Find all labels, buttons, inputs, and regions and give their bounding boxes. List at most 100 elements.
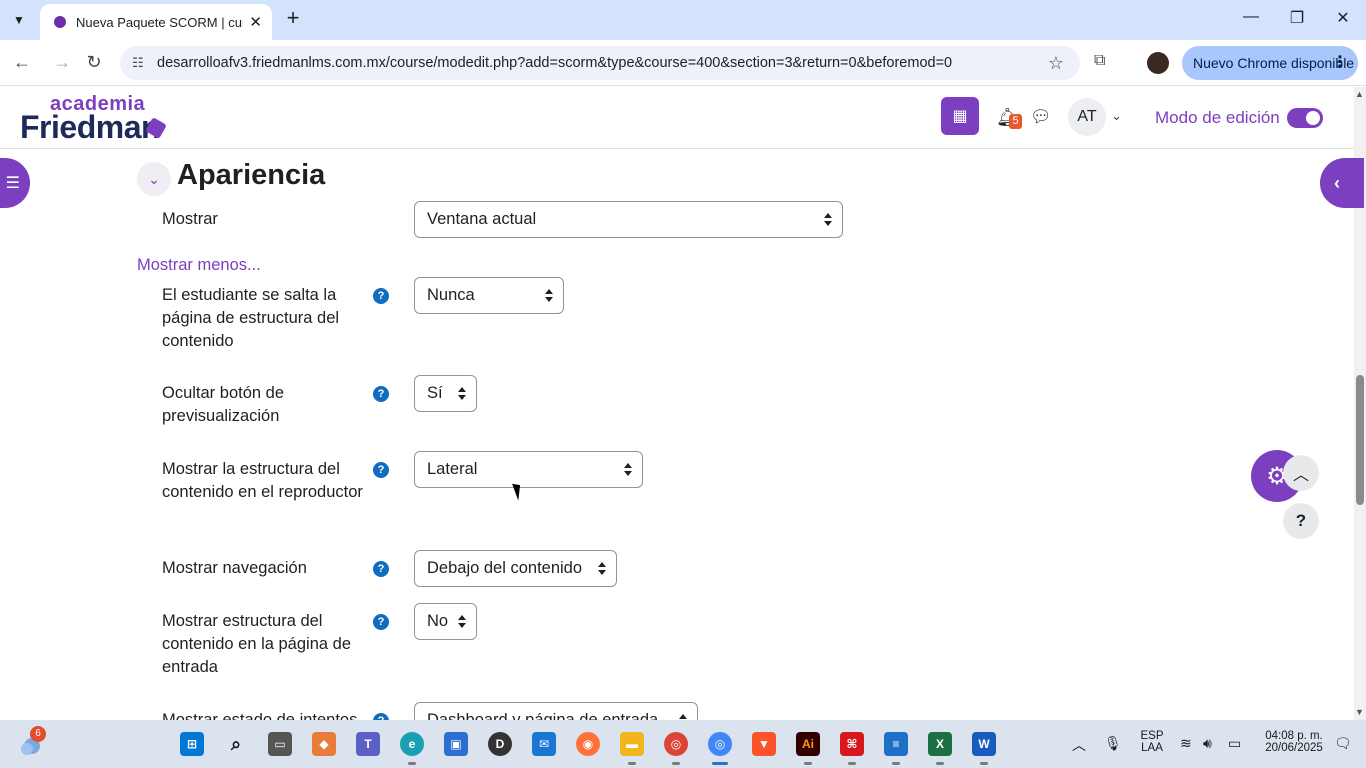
more-menu-icon[interactable]: ⋮ bbox=[1332, 52, 1348, 72]
address-bar[interactable]: ☷ desarrolloafv3.friedmanlms.com.mx/cour… bbox=[120, 46, 1080, 80]
site-navbar: academia Friedman ▦ 🔔︎ 5 💬︎ AT ⌄ Modo de… bbox=[0, 87, 1354, 149]
battery-icon[interactable]: ▭ bbox=[1228, 735, 1241, 752]
select-value: Sí bbox=[427, 384, 443, 402]
select-arrows-icon bbox=[823, 211, 833, 229]
running-indicator bbox=[408, 762, 416, 765]
volume-icon[interactable]: 🔊︎ bbox=[1203, 735, 1212, 752]
clock-time: 04:08 p. m. bbox=[1265, 730, 1323, 742]
clock-date: 20/06/2025 bbox=[1265, 742, 1323, 754]
select-value: Ventana actual bbox=[427, 210, 537, 228]
show-less-link[interactable]: Mostrar menos... bbox=[137, 256, 261, 275]
profile-avatar[interactable] bbox=[1147, 52, 1169, 74]
select-value: Nunca bbox=[427, 286, 475, 304]
select-hide-preview[interactable]: Sí bbox=[414, 375, 477, 412]
windows-start-icon[interactable]: ⊞ bbox=[180, 732, 204, 756]
footer-help-button[interactable]: ? bbox=[1283, 503, 1319, 539]
question-icon: ? bbox=[1295, 511, 1307, 530]
user-menu-chevron-icon[interactable]: ⌄ bbox=[1111, 108, 1122, 124]
windows-taskbar: 6 ⊞ ⌕ ▭ ◆ T e ▣ D ✉ ◉ ▬ ◎ ◎ ▼ Ai ⌘ ≡ X W… bbox=[0, 720, 1366, 768]
minimize-button[interactable]: — bbox=[1240, 8, 1262, 26]
browser-tab[interactable]: Nueva Paquete SCORM | curso2 ✕ bbox=[40, 4, 272, 40]
scroll-up-arrow-icon[interactable]: ▲ bbox=[1355, 89, 1364, 99]
acrobat-icon[interactable]: ⌘ bbox=[840, 732, 864, 756]
illustrator-icon[interactable]: Ai bbox=[796, 732, 820, 756]
input-language[interactable]: ESP LAA bbox=[1136, 730, 1168, 754]
weather-badge: 6 bbox=[30, 726, 46, 742]
back-to-top-button[interactable]: ︿ bbox=[1283, 455, 1319, 491]
select-arrows-icon bbox=[623, 461, 633, 479]
tab-search-chevron-icon[interactable]: ▼ bbox=[6, 7, 32, 33]
url-text: desarrolloafv3.friedmanlms.com.mx/course… bbox=[157, 55, 953, 71]
edit-mode-toggle[interactable] bbox=[1287, 108, 1323, 128]
apps-grid-button[interactable]: ▦ bbox=[941, 97, 979, 135]
help-icon[interactable]: ? bbox=[373, 386, 389, 402]
notifications-center-icon[interactable]: 🗨︎ bbox=[1334, 735, 1352, 752]
extensions-icon[interactable]: ⧉ bbox=[1094, 52, 1105, 70]
search-icon[interactable]: ⌕ bbox=[224, 732, 248, 756]
clock[interactable]: 04:08 p. m. 20/06/2025 bbox=[1256, 730, 1332, 754]
site-info-icon[interactable]: ☷ bbox=[132, 55, 148, 71]
select-toc-player[interactable]: Lateral bbox=[414, 451, 643, 488]
select-value: No bbox=[427, 612, 449, 630]
running-indicator bbox=[848, 762, 856, 765]
notepad-icon[interactable]: ≡ bbox=[884, 732, 908, 756]
restore-button[interactable]: ❐ bbox=[1286, 8, 1308, 28]
help-icon[interactable]: ? bbox=[373, 462, 389, 478]
section-collapse-chevron-icon[interactable]: ⌄ bbox=[137, 162, 171, 196]
wifi-icon[interactable]: ≋ bbox=[1180, 735, 1192, 752]
chrome-icon[interactable]: ◎ bbox=[664, 732, 688, 756]
logo-friedman[interactable]: Friedman bbox=[20, 109, 161, 146]
reload-button[interactable]: ↻ bbox=[82, 51, 106, 75]
running-indicator bbox=[672, 762, 680, 765]
lang-bottom: LAA bbox=[1141, 742, 1163, 754]
chevron-up-icon: ︿ bbox=[1292, 467, 1309, 484]
forward-button[interactable]: → bbox=[50, 51, 74, 75]
select-arrows-icon bbox=[544, 287, 554, 305]
file-explorer-icon[interactable]: ▬ bbox=[620, 732, 644, 756]
chrome-update-button[interactable]: Nuevo Chrome disponible ⋮ bbox=[1182, 46, 1358, 80]
select-toc-entry[interactable]: No bbox=[414, 603, 477, 640]
brave-icon[interactable]: ▼ bbox=[752, 732, 776, 756]
word-icon[interactable]: W bbox=[972, 732, 996, 756]
scrollbar-thumb[interactable] bbox=[1356, 375, 1364, 505]
close-tab-icon[interactable]: ✕ bbox=[249, 13, 262, 31]
help-icon[interactable]: ? bbox=[373, 561, 389, 577]
moodle-favicon-icon bbox=[54, 16, 66, 28]
dell-icon[interactable]: D bbox=[488, 732, 512, 756]
store-icon[interactable]: ▣ bbox=[444, 732, 468, 756]
field-label-display: Mostrar bbox=[162, 210, 218, 228]
tray-overflow-chevron-icon[interactable]: ︿ bbox=[1072, 735, 1086, 755]
select-attempt-status[interactable]: Dashboard y página de entrada bbox=[414, 702, 698, 720]
chrome-profile-icon[interactable]: ◎ bbox=[708, 732, 732, 756]
excel-icon[interactable]: X bbox=[928, 732, 952, 756]
close-window-button[interactable]: ✕ bbox=[1332, 8, 1354, 28]
select-skip-structure[interactable]: Nunca bbox=[414, 277, 564, 314]
block-drawer-button[interactable]: ‹ bbox=[1320, 158, 1364, 208]
new-tab-button[interactable]: + bbox=[282, 7, 304, 30]
field-label-hide-preview: Ocultar botón de previsualización bbox=[162, 384, 284, 425]
field-label-attempt-status: Mostrar estado de intentos bbox=[162, 711, 358, 720]
select-value: Lateral bbox=[427, 460, 478, 478]
help-icon[interactable]: ? bbox=[373, 614, 389, 630]
copilot-icon[interactable]: ◆ bbox=[312, 732, 336, 756]
edge-icon[interactable]: e bbox=[400, 732, 424, 756]
running-indicator bbox=[936, 762, 944, 765]
microphone-icon[interactable]: 🎙︎ bbox=[1104, 735, 1122, 752]
select-display[interactable]: Ventana actual bbox=[414, 201, 843, 238]
user-avatar[interactable]: AT bbox=[1068, 98, 1106, 136]
select-navigation[interactable]: Debajo del contenido bbox=[414, 550, 617, 587]
help-icon[interactable]: ? bbox=[373, 713, 389, 720]
teams-icon[interactable]: T bbox=[356, 732, 380, 756]
lang-top: ESP bbox=[1140, 730, 1164, 742]
active-indicator bbox=[712, 762, 728, 765]
help-icon[interactable]: ? bbox=[373, 288, 389, 304]
task-view-icon[interactable]: ▭ bbox=[268, 732, 292, 756]
bookmark-star-icon[interactable]: ☆ bbox=[1048, 53, 1064, 74]
back-button[interactable]: ← bbox=[10, 51, 34, 75]
scroll-down-arrow-icon[interactable]: ▼ bbox=[1355, 707, 1364, 717]
select-value: Debajo del contenido bbox=[427, 559, 583, 577]
firefox-icon[interactable]: ◉ bbox=[576, 732, 600, 756]
browser-toolbar: ← → ↻ ☷ desarrolloafv3.friedmanlms.com.m… bbox=[0, 40, 1366, 86]
messages-chat-icon[interactable]: 💬︎ bbox=[1030, 107, 1052, 127]
mail-icon[interactable]: ✉ bbox=[532, 732, 556, 756]
